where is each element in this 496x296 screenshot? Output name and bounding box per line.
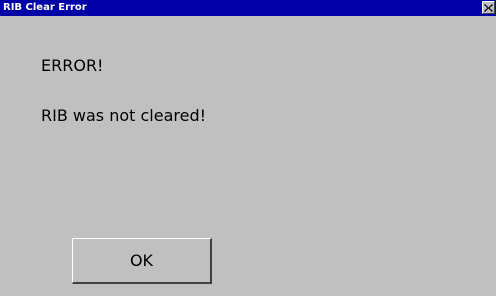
dialog-window: RIB Clear Error ERROR! RIB was not clear… [0, 0, 496, 296]
close-button[interactable] [482, 1, 495, 14]
window-title: RIB Clear Error [3, 2, 87, 13]
close-icon [484, 3, 493, 12]
ok-button[interactable]: OK [72, 238, 212, 284]
error-detail: RIB was not cleared! [41, 106, 207, 125]
title-bar: RIB Clear Error [0, 0, 496, 16]
error-heading: ERROR! [41, 56, 104, 75]
